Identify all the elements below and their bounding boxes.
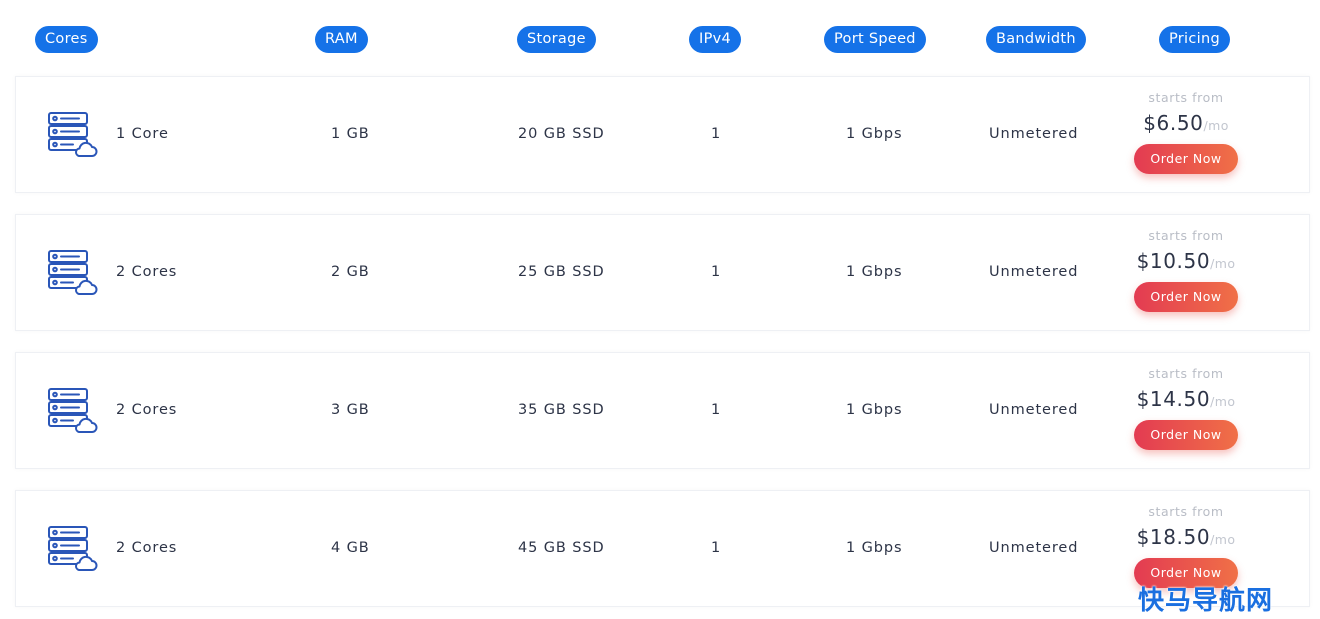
plan-ram: 2 GB [331,264,370,280]
plan-bandwidth: Unmetered [989,126,1079,142]
plan-price: $6.50 [1143,111,1204,135]
server-cloud-icon [48,388,98,433]
plan-ipv4: 1 [711,264,722,280]
plan-price: $10.50 [1136,249,1211,273]
plan-cores: 2 Cores [116,264,178,280]
plan-bandwidth: Unmetered [989,402,1079,418]
server-cloud-icon [48,250,98,295]
plan-port-speed: 1 Gbps [846,402,903,418]
plan-ram: 3 GB [331,402,370,418]
plan-port-speed: 1 Gbps [846,126,903,142]
starts-from-label: starts from [1148,228,1224,243]
server-cloud-icon [48,526,98,571]
price-line: $14.50/mo [1121,385,1251,413]
price-line: $10.50/mo [1121,247,1251,275]
starts-from-label: starts from [1148,366,1224,381]
per-month-label: /mo [1203,118,1229,133]
order-now-button[interactable]: Order Now [1134,420,1238,450]
plan-port-speed: 1 Gbps [846,264,903,280]
plan-port-speed: 1 Gbps [846,540,903,556]
per-month-label: /mo [1210,394,1236,409]
header-port-speed: Port Speed [824,26,926,53]
plan-row: 2 Cores 4 GB 45 GB SSD 1 1 Gbps Unmetere… [15,490,1310,607]
header-bandwidth: Bandwidth [986,26,1086,53]
header-ram: RAM [315,26,368,53]
server-cloud-icon [48,112,98,157]
starts-from-label: starts from [1148,90,1224,105]
header-ipv4: IPv4 [689,26,742,53]
plan-ipv4: 1 [711,540,722,556]
plan-price-block: starts from $18.50/mo Order Now [1121,503,1251,588]
plan-ram: 4 GB [331,540,370,556]
plan-cores: 2 Cores [116,402,178,418]
plan-bandwidth: Unmetered [989,264,1079,280]
plan-cores: 1 Core [116,126,169,142]
order-now-button[interactable]: Order Now [1134,282,1238,312]
plan-storage: 20 GB SSD [518,126,605,142]
per-month-label: /mo [1210,256,1236,271]
plan-cores: 2 Cores [116,540,178,556]
order-now-button[interactable]: Order Now [1134,144,1238,174]
price-line: $6.50/mo [1121,109,1251,137]
plan-storage: 35 GB SSD [518,402,605,418]
plan-bandwidth: Unmetered [989,540,1079,556]
watermark-text: 快马导航网 [1138,586,1274,616]
header-storage: Storage [517,26,596,53]
plan-price-block: starts from $6.50/mo Order Now [1121,89,1251,174]
plan-row: 2 Cores 2 GB 25 GB SSD 1 1 Gbps Unmetere… [15,214,1310,331]
plan-ipv4: 1 [711,402,722,418]
starts-from-label: starts from [1148,504,1224,519]
plan-row: 2 Cores 3 GB 35 GB SSD 1 1 Gbps Unmetere… [15,352,1310,469]
plan-price-block: starts from $10.50/mo Order Now [1121,227,1251,312]
per-month-label: /mo [1210,532,1236,547]
pricing-page: Cores RAM Storage IPv4 Port Speed Bandwi… [0,0,1320,619]
plan-ram: 1 GB [331,126,370,142]
plan-row: 1 Core 1 GB 20 GB SSD 1 1 Gbps Unmetered… [15,76,1310,193]
plan-storage: 45 GB SSD [518,540,605,556]
plan-price: $18.50 [1136,525,1211,549]
header-cores: Cores [35,26,98,53]
plan-price-block: starts from $14.50/mo Order Now [1121,365,1251,450]
plan-ipv4: 1 [711,126,722,142]
header-pricing: Pricing [1159,26,1230,53]
price-line: $18.50/mo [1121,523,1251,551]
plan-storage: 25 GB SSD [518,264,605,280]
plan-price: $14.50 [1136,387,1211,411]
